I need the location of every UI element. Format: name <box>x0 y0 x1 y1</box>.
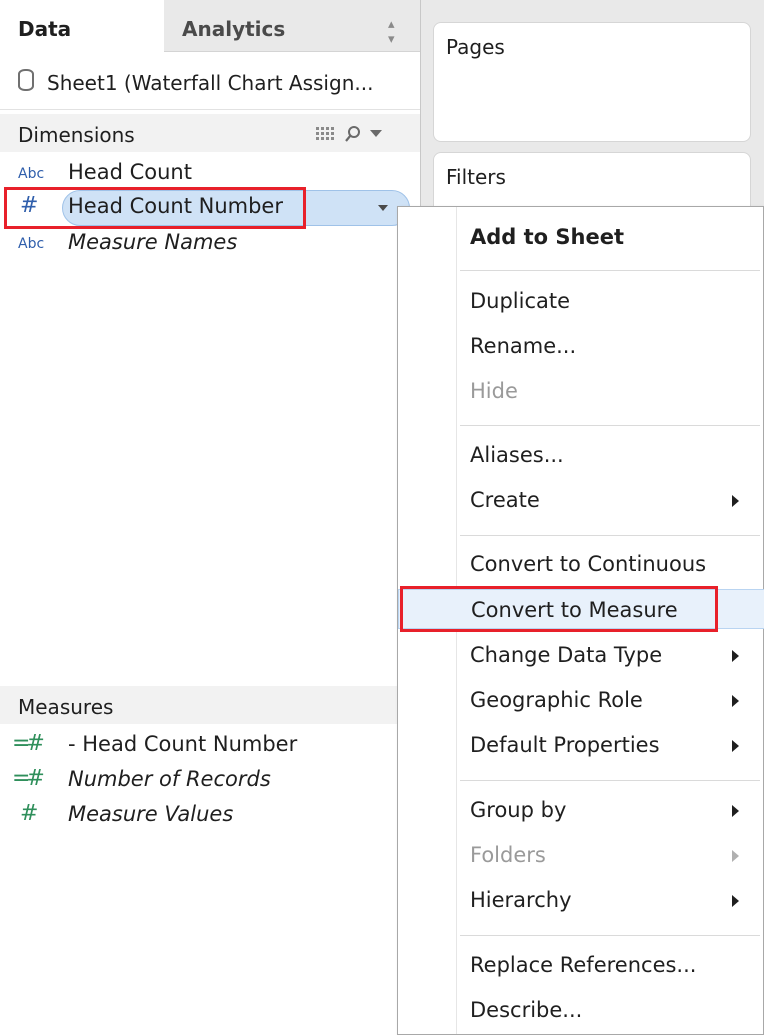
menu-item-convert-to-continuous[interactable]: Convert to Continuous <box>398 544 764 584</box>
string-type-icon: Abc <box>18 166 45 182</box>
chevron-down-icon[interactable] <box>370 130 382 138</box>
menu-item-label: Duplicate <box>470 289 571 313</box>
menu-item-duplicate[interactable]: Duplicate <box>398 281 764 321</box>
submenu-arrow-icon <box>732 805 739 817</box>
measure-field[interactable]: # Measure Values <box>0 798 420 832</box>
pages-shelf-title: Pages <box>446 35 505 59</box>
menu-item-label: Folders <box>470 843 546 867</box>
menu-item-label: Default Properties <box>470 733 660 757</box>
menu-item-label: Aliases... <box>470 443 564 467</box>
menu-item-label: Rename... <box>470 334 577 358</box>
dimension-field[interactable]: Abc Head Count <box>0 156 420 190</box>
menu-item-folders: Folders <box>398 835 764 875</box>
annotation-box-convert-to-measure <box>400 586 718 632</box>
string-type-icon: Abc <box>18 236 45 252</box>
menu-separator <box>460 270 760 271</box>
menu-item-describe[interactable]: Describe... <box>398 990 764 1030</box>
data-pane: Data Analytics ▴ ▾ Sheet1 (Waterfall Char… <box>0 0 420 1035</box>
submenu-arrow-icon <box>732 850 739 862</box>
menu-separator <box>460 780 760 781</box>
menu-item-default-properties[interactable]: Default Properties <box>398 725 764 765</box>
number-type-icon: # <box>20 801 39 826</box>
menu-item-label: Create <box>470 488 540 512</box>
menu-item-hierarchy[interactable]: Hierarchy <box>398 880 764 920</box>
view-list-icon[interactable] <box>316 127 336 141</box>
menu-item-label: Group by <box>470 798 567 822</box>
menu-separator <box>460 425 760 426</box>
tab-data-label: Data <box>18 17 72 41</box>
menu-item-label: Geographic Role <box>470 688 643 712</box>
field-dropdown-icon[interactable] <box>378 205 388 212</box>
menu-item-label: Convert to Continuous <box>470 552 707 576</box>
search-icon[interactable] <box>344 125 362 143</box>
menu-item-label: Hierarchy <box>470 888 572 912</box>
menu-item-aliases[interactable]: Aliases... <box>398 435 764 475</box>
menu-item-label: Add to Sheet <box>470 225 625 249</box>
submenu-arrow-icon <box>732 740 739 752</box>
measure-field[interactable]: =# Number of Records <box>0 763 420 797</box>
menu-separator <box>460 935 760 936</box>
menu-item-group-by[interactable]: Group by <box>398 790 764 830</box>
submenu-arrow-icon <box>732 650 739 662</box>
measures-title: Measures <box>18 695 114 719</box>
tab-analytics[interactable]: Analytics ▴ ▾ <box>164 0 420 52</box>
field-name: Measure Names <box>68 230 238 254</box>
pane-tabs: Data Analytics ▴ ▾ <box>0 0 420 52</box>
annotation-box-selected-field <box>4 187 306 229</box>
filters-shelf-title: Filters <box>446 165 506 189</box>
submenu-arrow-icon <box>732 695 739 707</box>
menu-item-rename[interactable]: Rename... <box>398 326 764 366</box>
menu-item-label: Change Data Type <box>470 643 663 667</box>
calculated-measure-icon: =# <box>12 766 45 791</box>
menu-item-add-to-sheet[interactable]: Add to Sheet <box>398 217 764 257</box>
calculated-measure-icon: =# <box>12 731 45 756</box>
submenu-arrow-icon <box>732 895 739 907</box>
dimensions-tools <box>316 125 416 145</box>
field-name: Head Count <box>68 160 192 184</box>
menu-item-replace-references[interactable]: Replace References... <box>398 945 764 985</box>
datasource-item[interactable]: Sheet1 (Waterfall Chart Assign... <box>0 52 420 110</box>
database-icon <box>18 69 34 91</box>
menu-item-label: Describe... <box>470 998 583 1022</box>
field-name: Measure Values <box>68 802 234 826</box>
tab-data[interactable]: Data <box>0 0 165 52</box>
dimension-field[interactable]: Abc Measure Names <box>0 226 420 260</box>
dimensions-header: Dimensions <box>0 114 420 152</box>
field-name: Number of Records <box>68 767 271 791</box>
measure-field[interactable]: =# - Head Count Number <box>0 728 420 762</box>
menu-item-hide: Hide <box>398 371 764 411</box>
tab-analytics-label: Analytics <box>182 17 286 41</box>
measures-header: Measures <box>0 686 420 724</box>
sort-arrows-icon[interactable]: ▴ ▾ <box>388 17 395 47</box>
field-name: - Head Count Number <box>68 732 298 756</box>
dimensions-title: Dimensions <box>18 123 135 147</box>
submenu-arrow-icon <box>732 495 739 507</box>
datasource-name: Sheet1 (Waterfall Chart Assign... <box>47 71 374 95</box>
menu-item-label: Replace References... <box>470 953 697 977</box>
menu-item-label: Hide <box>470 379 518 403</box>
menu-item-geographic-role[interactable]: Geographic Role <box>398 680 764 720</box>
menu-item-change-data-type[interactable]: Change Data Type <box>398 635 764 675</box>
pages-shelf[interactable]: Pages <box>433 22 751 142</box>
menu-separator <box>460 535 760 536</box>
menu-item-create[interactable]: Create <box>398 480 764 520</box>
